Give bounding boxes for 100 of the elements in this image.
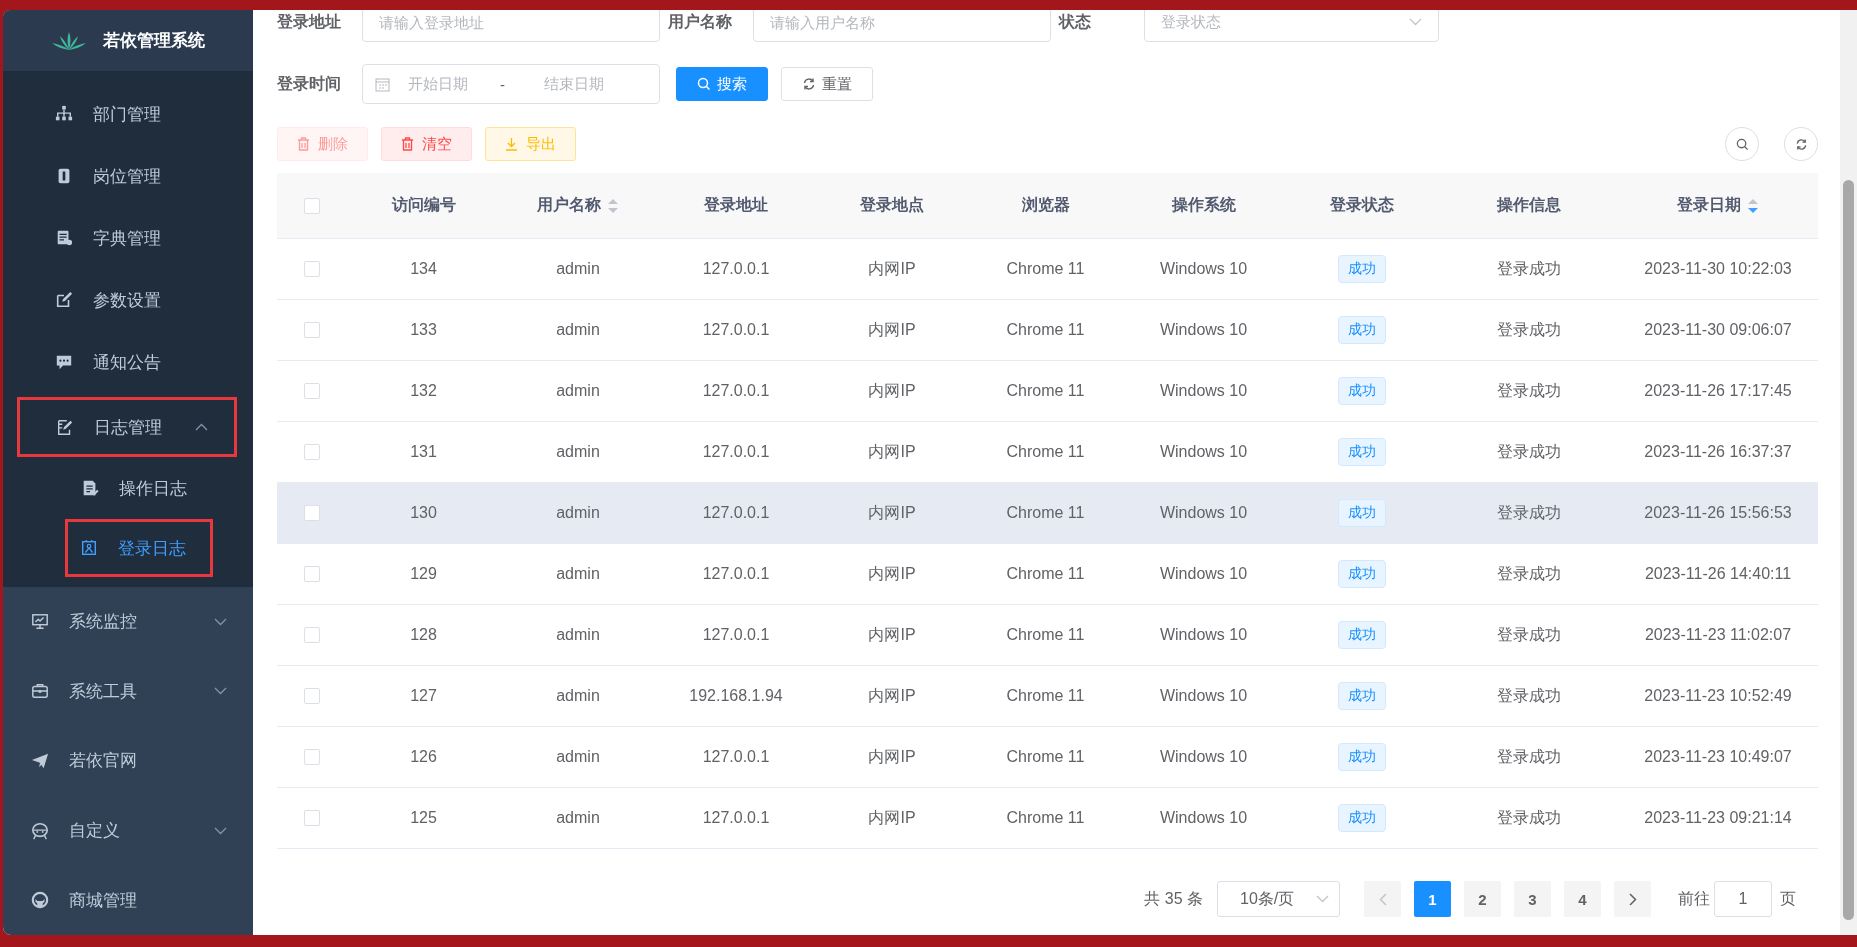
table-cell: 127.0.0.1: [702, 443, 770, 461]
table-cell-text: 登录成功: [1496, 441, 1561, 462]
checkbox[interactable]: [304, 383, 320, 399]
submenu-title[interactable]: 系统工具: [3, 656, 253, 727]
menu-item[interactable]: 商城管理: [3, 865, 253, 935]
table-cell: 2023-11-23 10:52:49: [1644, 687, 1792, 705]
menu-item[interactable]: 通知公告: [3, 331, 253, 393]
page-button[interactable]: 2: [1464, 881, 1501, 917]
status-tag: 成功: [1337, 682, 1386, 710]
page-button[interactable]: 4: [1564, 881, 1601, 917]
table-cell: Windows 10: [1159, 382, 1248, 400]
column-header[interactable]: 操作系统: [1171, 195, 1236, 216]
table-cell: Chrome 11: [1006, 809, 1085, 827]
table-cell: Windows 10: [1159, 565, 1248, 583]
trash-icon: [297, 137, 310, 151]
column-header[interactable]: 访问编号: [391, 195, 456, 216]
checkbox[interactable]: [304, 444, 320, 460]
next-page-button[interactable]: [1614, 881, 1651, 917]
table-cell: Chrome 11: [1006, 504, 1085, 522]
table-cell-text: 内网IP: [868, 380, 916, 401]
page-button[interactable]: 3: [1514, 881, 1551, 917]
sort-icon[interactable]: [1747, 197, 1759, 214]
table-cell-text: 内网IP: [868, 502, 916, 523]
checkbox[interactable]: [304, 261, 320, 277]
field-label: 状态: [1059, 11, 1092, 32]
status-tag: 成功: [1337, 438, 1386, 466]
column-header[interactable]: 登录日期: [1677, 195, 1741, 216]
checkbox[interactable]: [304, 322, 320, 338]
checkbox[interactable]: [304, 566, 320, 582]
table-cell: admin: [556, 260, 600, 278]
table-cell: 2023-11-26 17:17:45: [1644, 382, 1792, 400]
end-date-placeholder: 结束日期: [544, 74, 604, 94]
field-label: 登录地址: [277, 11, 342, 32]
table-cell: 130: [410, 504, 437, 522]
column-header[interactable]: 操作信息: [1496, 195, 1561, 216]
menu-item[interactable]: 操作日志: [3, 457, 253, 519]
chevron-down-icon: [214, 687, 227, 696]
table-cell-text: 内网IP: [868, 624, 916, 645]
search-icon: [697, 77, 711, 91]
reset-button[interactable]: 重置: [781, 67, 873, 101]
chevron-right-icon: [1628, 892, 1637, 906]
page-size-select[interactable]: 10条/页: [1217, 881, 1340, 917]
column-header[interactable]: 浏览器: [1021, 195, 1070, 216]
search-icon: [1735, 137, 1749, 151]
document-icon: [81, 479, 99, 497]
column-header[interactable]: 用户名称: [537, 195, 601, 216]
column-header[interactable]: 登录状态: [1329, 195, 1394, 216]
chat-bubble-icon: [55, 353, 73, 371]
table-cell: Chrome 11: [1006, 565, 1085, 583]
status-tag: 成功: [1337, 255, 1386, 283]
date-range-field[interactable]: 开始日期 - 结束日期: [362, 64, 660, 104]
field-label: 用户名称: [668, 11, 733, 32]
table-cell: 128: [410, 626, 437, 644]
table-cell: Chrome 11: [1006, 443, 1085, 461]
table-cell: 127.0.0.1: [702, 809, 770, 827]
search-toggle-button[interactable]: [1725, 127, 1759, 161]
submenu-title[interactable]: 日志管理: [17, 397, 237, 457]
checkbox[interactable]: [304, 627, 320, 643]
table-cell: admin: [556, 626, 600, 644]
checkbox[interactable]: [304, 197, 320, 214]
page-number-field[interactable]: 1: [1714, 881, 1772, 917]
table-cell-text: 登录成功: [1496, 807, 1561, 828]
menu-item[interactable]: 字典管理: [3, 207, 253, 269]
submenu-title[interactable]: 自定义: [3, 795, 253, 866]
table-cell: 127.0.0.1: [702, 382, 770, 400]
status-tag: 成功: [1337, 560, 1386, 588]
table-cell: 127.0.0.1: [702, 565, 770, 583]
table-cell: admin: [556, 382, 600, 400]
table-cell: Windows 10: [1159, 809, 1248, 827]
checkbox[interactable]: [304, 688, 320, 704]
table-cell: Chrome 11: [1006, 260, 1085, 278]
text-field[interactable]: 请输入用户名称: [753, 10, 1051, 42]
submenu-title[interactable]: 系统监控: [3, 587, 253, 657]
menu-item[interactable]: 参数设置: [3, 269, 253, 331]
column-header[interactable]: 登录地点: [860, 195, 924, 216]
sort-icon[interactable]: [607, 197, 619, 214]
checkbox[interactable]: [304, 749, 320, 765]
table-cell: 131: [410, 443, 437, 461]
table-cell: Chrome 11: [1006, 382, 1085, 400]
table-cell: Windows 10: [1159, 748, 1248, 766]
checkbox[interactable]: [304, 505, 320, 521]
refresh-button[interactable]: [1784, 127, 1818, 161]
scrollbar-thumb[interactable]: [1843, 180, 1854, 920]
portrait-icon: [80, 539, 98, 557]
table-cell: admin: [556, 809, 600, 827]
column-header[interactable]: 登录地址: [704, 195, 768, 216]
table-cell: Chrome 11: [1006, 626, 1085, 644]
table-cell: 2023-11-23 11:02:07: [1644, 626, 1792, 644]
menu-item[interactable]: 岗位管理: [3, 145, 253, 207]
table-cell-text: 登录成功: [1496, 624, 1561, 645]
table-cell-text: 登录成功: [1496, 563, 1561, 584]
toolbox-icon: [31, 682, 49, 701]
checkbox[interactable]: [304, 810, 320, 826]
menu-item[interactable]: 登录日志: [65, 519, 213, 577]
table-cell: 2023-11-26 14:40:11: [1644, 565, 1792, 583]
menu-item[interactable]: 若依官网: [3, 726, 253, 796]
table-cell: Windows 10: [1159, 443, 1248, 461]
text-field[interactable]: 请输入登录地址: [362, 10, 660, 42]
menu-item[interactable]: 部门管理: [3, 83, 253, 145]
table-cell: 127.0.0.1: [702, 748, 770, 766]
